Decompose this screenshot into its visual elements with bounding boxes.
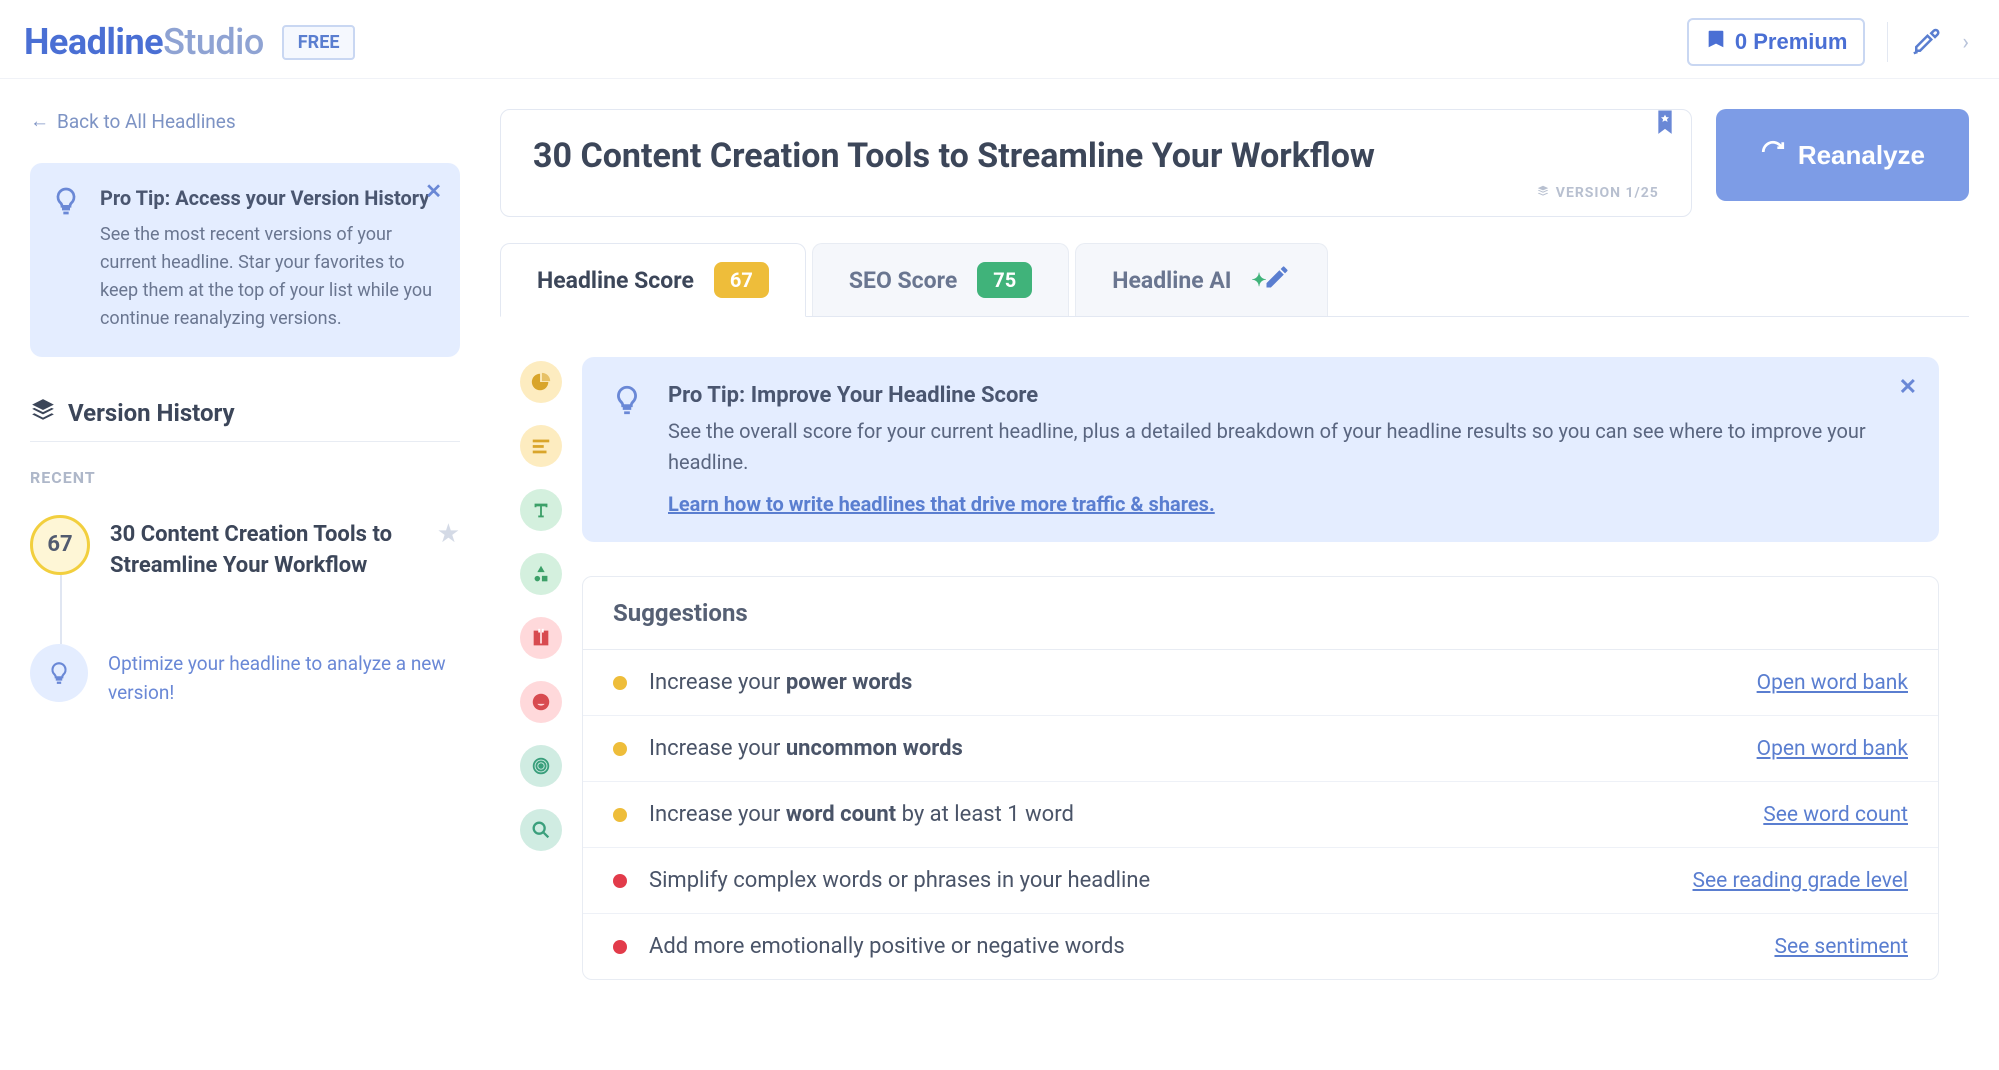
severity-dot xyxy=(613,742,627,756)
version-meta: VERSION 1/25 xyxy=(533,184,1659,202)
close-icon[interactable]: ✕ xyxy=(1899,375,1917,400)
suggestion-row: Increase your power wordsOpen word bank xyxy=(583,650,1938,716)
severity-dot xyxy=(613,940,627,954)
tab-headline-ai[interactable]: Headline AI ✦ xyxy=(1075,243,1327,316)
headline-text: 30 Content Creation Tools to Streamline … xyxy=(533,136,1659,176)
version-score-badge: 67 xyxy=(30,515,90,575)
optimize-hint-text: Optimize your headline to analyze a new … xyxy=(108,644,460,707)
lightbulb-circle-icon xyxy=(30,644,88,702)
type-icon[interactable] xyxy=(520,489,562,531)
version-meta-text: VERSION 1/25 xyxy=(1556,185,1659,201)
tab-label: SEO Score xyxy=(849,267,957,294)
tab-seo-score[interactable]: SEO Score 75 xyxy=(812,243,1069,316)
app-header: HeadlineStudio FREE 0 Premium › xyxy=(0,0,1999,79)
main: 30 Content Creation Tools to Streamline … xyxy=(490,79,1999,1070)
divider xyxy=(30,441,460,442)
pencil-icon xyxy=(1263,263,1291,297)
suggestions-card: Suggestions Increase your power wordsOpe… xyxy=(582,576,1939,980)
tab-headline-score[interactable]: Headline Score 67 xyxy=(500,243,806,317)
lightbulb-icon xyxy=(610,383,644,516)
layers-icon xyxy=(30,397,56,429)
version-item[interactable]: 67 30 Content Creation Tools to Streamli… xyxy=(30,515,460,583)
search-icon[interactable] xyxy=(520,809,562,851)
suggestion-link[interactable]: See word count xyxy=(1763,803,1908,827)
stack-icon xyxy=(1536,184,1550,202)
arrow-left-icon: ← xyxy=(30,109,49,133)
suggestion-text: Increase your uncommon words xyxy=(649,736,1757,761)
headline-score-value: 67 xyxy=(714,262,769,298)
logo-secondary: Studio xyxy=(163,21,264,63)
main-tip-link[interactable]: Learn how to write headlines that drive … xyxy=(668,492,1215,516)
metric-icon-rail xyxy=(500,357,562,1070)
main-tip-body: See the overall score for your current h… xyxy=(668,416,1911,478)
lightbulb-icon xyxy=(50,185,82,333)
suggestion-text: Increase your word count by at least 1 w… xyxy=(649,802,1763,827)
timeline-line xyxy=(60,575,62,645)
version-history-label: Version History xyxy=(68,399,235,427)
back-link-label: Back to All Headlines xyxy=(57,110,236,133)
chevron-right-icon[interactable]: › xyxy=(1962,30,1969,55)
target-icon[interactable] xyxy=(520,745,562,787)
suggestion-row: Simplify complex words or phrases in you… xyxy=(583,848,1938,914)
tabs: Headline Score 67 SEO Score 75 Headline … xyxy=(500,243,1969,317)
suggestion-text: Increase your power words xyxy=(649,670,1757,695)
logo-primary: Headline xyxy=(24,21,163,63)
sidebar: ← Back to All Headlines Pro Tip: Access … xyxy=(0,79,490,1070)
suggestions-header: Suggestions xyxy=(583,577,1938,650)
star-icon[interactable]: ★ xyxy=(437,519,460,549)
tab-label: Headline Score xyxy=(537,267,694,294)
content-column: Pro Tip: Improve Your Headline Score See… xyxy=(582,357,1969,1070)
version-title: 30 Content Creation Tools to Streamline … xyxy=(110,515,460,583)
seo-score-value: 75 xyxy=(977,262,1032,298)
sidebar-pro-tip: Pro Tip: Access your Version History See… xyxy=(30,163,460,357)
main-tip-title: Pro Tip: Improve Your Headline Score xyxy=(668,383,1911,408)
severity-dot xyxy=(613,676,627,690)
sidebar-tip-title: Pro Tip: Access your Version History xyxy=(100,185,440,211)
plan-badge: FREE xyxy=(282,25,356,60)
tools-icon[interactable] xyxy=(1910,27,1940,57)
premium-label: 0 Premium xyxy=(1735,29,1848,55)
severity-dot xyxy=(613,808,627,822)
suggestion-link[interactable]: Open word bank xyxy=(1757,737,1908,761)
main-pro-tip: Pro Tip: Improve Your Headline Score See… xyxy=(582,357,1939,542)
suggestion-row: Increase your word count by at least 1 w… xyxy=(583,782,1938,848)
tab-label: Headline AI xyxy=(1112,267,1231,294)
version-history-heading: Version History xyxy=(30,397,460,429)
suggestion-link[interactable]: See sentiment xyxy=(1774,935,1908,959)
reanalyze-button[interactable]: Reanalyze xyxy=(1716,109,1969,201)
severity-dot xyxy=(613,874,627,888)
bars-icon[interactable] xyxy=(520,425,562,467)
brand: HeadlineStudio FREE xyxy=(24,21,355,63)
suggestion-text: Simplify complex words or phrases in you… xyxy=(649,868,1693,893)
headline-input-box[interactable]: 30 Content Creation Tools to Streamline … xyxy=(500,109,1692,217)
smile-icon[interactable] xyxy=(520,681,562,723)
logo[interactable]: HeadlineStudio xyxy=(24,21,264,63)
optimize-hint: Optimize your headline to analyze a new … xyxy=(30,644,460,707)
premium-button[interactable]: 0 Premium xyxy=(1687,18,1866,66)
close-icon[interactable]: ✕ xyxy=(425,179,442,203)
reanalyze-label: Reanalyze xyxy=(1798,140,1925,171)
suggestion-link[interactable]: See reading grade level xyxy=(1693,869,1908,893)
header-right: 0 Premium › xyxy=(1687,18,1969,66)
suggestion-text: Add more emotionally positive or negativ… xyxy=(649,934,1774,959)
suggestion-link[interactable]: Open word bank xyxy=(1757,671,1908,695)
refresh-icon xyxy=(1760,139,1786,172)
shapes-icon[interactable] xyxy=(520,553,562,595)
header-divider xyxy=(1887,22,1888,62)
bookmark-icon[interactable] xyxy=(1655,110,1675,142)
suggestion-row: Increase your uncommon wordsOpen word ba… xyxy=(583,716,1938,782)
bookmark-star-icon xyxy=(1705,28,1727,56)
pie-chart-icon[interactable] xyxy=(520,361,562,403)
book-icon[interactable] xyxy=(520,617,562,659)
back-to-headlines-link[interactable]: ← Back to All Headlines xyxy=(30,109,460,133)
sidebar-tip-body: See the most recent versions of your cur… xyxy=(100,221,440,333)
recent-label: RECENT xyxy=(30,468,460,487)
suggestion-row: Add more emotionally positive or negativ… xyxy=(583,914,1938,979)
